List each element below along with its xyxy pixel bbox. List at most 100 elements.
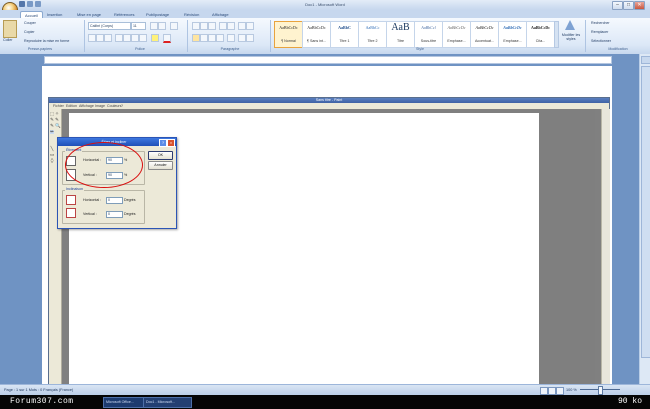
change-case-button[interactable] — [139, 34, 147, 42]
paint-menu-item[interactable]: Couleurs — [107, 104, 121, 108]
ellipse-tool-icon[interactable]: ⬯ — [50, 158, 54, 163]
fill-tool-icon[interactable]: ✎ — [55, 117, 59, 122]
shading-button[interactable] — [238, 34, 246, 42]
tab-publipostage[interactable]: Publipostage — [146, 11, 169, 18]
horizontal-ruler[interactable] — [44, 56, 612, 64]
zoom-slider-thumb[interactable] — [598, 386, 603, 395]
zoom-level[interactable]: 100 % — [566, 388, 577, 392]
tab-affichage[interactable]: Affichage — [212, 11, 229, 18]
vertical-scrollbar[interactable] — [639, 54, 650, 384]
replace-button[interactable]: Remplacer — [591, 30, 608, 34]
bold-button[interactable] — [88, 34, 96, 42]
find-button[interactable]: Rechercher — [591, 21, 610, 25]
strikethrough-button[interactable] — [115, 34, 123, 42]
zoom-tool-icon[interactable]: 🔍 — [55, 123, 61, 128]
style-name: ¶ Normal — [281, 39, 296, 43]
decrease-indent-button[interactable] — [219, 22, 227, 30]
paint-menu-item[interactable]: Image — [95, 104, 105, 108]
subscript-button[interactable] — [123, 34, 131, 42]
tab-revision[interactable]: Révision — [184, 11, 199, 18]
paste-icon[interactable] — [3, 20, 17, 38]
skew-vertical-input[interactable]: 0 — [106, 211, 123, 218]
rectangle-tool-icon[interactable]: ▭ — [50, 152, 54, 157]
tab-insertion[interactable]: Insertion — [47, 11, 62, 18]
paint-menu-item[interactable]: ? — [121, 104, 123, 108]
font-color-button[interactable] — [163, 34, 171, 43]
pencil-tool-icon[interactable]: ✏ — [50, 129, 54, 134]
italic-button[interactable] — [96, 34, 104, 42]
bullets-button[interactable] — [192, 22, 200, 30]
sort-button[interactable] — [238, 22, 246, 30]
maximize-button[interactable]: □ — [623, 1, 634, 10]
paint-scrollbar[interactable] — [601, 109, 610, 384]
paint-menu-item[interactable]: Fichier — [53, 104, 64, 108]
ok-button[interactable]: OK — [148, 151, 173, 160]
scroll-thumb[interactable] — [641, 66, 650, 358]
web-layout-icon[interactable] — [556, 387, 564, 395]
grow-font-button[interactable] — [150, 22, 158, 30]
style-quote[interactable]: AaBbCcDc Cita... — [526, 21, 555, 48]
group-separator — [585, 20, 586, 52]
taskbar-item[interactable]: Microsoft Office... — [103, 397, 144, 408]
font-size-combo[interactable]: 11 — [131, 22, 146, 30]
help-icon[interactable]: ? — [159, 139, 167, 147]
style-heading-1[interactable]: AaBbC Titre 1 — [330, 21, 359, 48]
change-styles-button[interactable]: Modifier les styles — [557, 20, 583, 46]
borders-button[interactable] — [246, 34, 254, 42]
style-no-spacing[interactable]: AaBbCcDc ¶ Sans int... — [302, 21, 331, 48]
style-name: Accentuat... — [475, 39, 494, 43]
tab-references[interactable]: Références — [114, 11, 134, 18]
style-normal[interactable]: AaBbCcDc ¶ Normal — [274, 21, 303, 48]
align-center-button[interactable] — [200, 34, 208, 42]
copy-button[interactable]: Copier — [24, 30, 35, 34]
highlight-button[interactable] — [151, 34, 159, 42]
select-tool-icon[interactable]: ⬚ — [50, 111, 54, 116]
style-name: Titre — [396, 39, 405, 43]
clear-format-button[interactable] — [170, 22, 178, 30]
style-emphasis[interactable]: AaBbCcDc Accentuat... — [470, 21, 499, 48]
eraser-tool-icon[interactable]: ✎ — [50, 117, 54, 122]
line-tool-icon[interactable]: ╲ — [50, 146, 54, 151]
style-subtle-emphasis[interactable]: AaBbCcDc Emphase... — [442, 21, 471, 48]
font-group-label: Police — [135, 47, 145, 51]
status-left[interactable]: Page : 1 sur 1 Mots : 0 Français (France… — [4, 388, 73, 392]
picker-tool-icon[interactable]: ✎ — [50, 123, 54, 128]
format-painter-button[interactable]: Reproduire la mise en forme — [24, 39, 69, 43]
justify-button[interactable] — [216, 34, 224, 42]
cancel-button[interactable]: Annuler — [148, 161, 173, 170]
close-icon[interactable]: × — [167, 139, 175, 147]
superscript-button[interactable] — [131, 34, 139, 42]
multilevel-list-button[interactable] — [208, 22, 216, 30]
save-icon[interactable] — [19, 1, 25, 7]
free-select-tool-icon[interactable]: ✧ — [55, 111, 59, 116]
minimize-button[interactable]: – — [612, 1, 623, 10]
style-title[interactable]: AaB Titre — [386, 21, 415, 48]
print-layout-icon[interactable] — [540, 387, 548, 395]
line-spacing-button[interactable] — [227, 34, 235, 42]
undo-icon[interactable] — [27, 1, 33, 7]
show-marks-button[interactable] — [246, 22, 254, 30]
taskbar-item[interactable]: Doc1 - Microsoft... — [143, 397, 192, 408]
paint-menu-item[interactable]: Edition — [66, 104, 77, 108]
increase-indent-button[interactable] — [227, 22, 235, 30]
select-button[interactable]: Sélectionner — [591, 39, 611, 43]
redo-icon[interactable] — [35, 1, 41, 7]
style-sample: AaBbCc — [365, 25, 380, 30]
underline-button[interactable] — [104, 34, 112, 42]
style-heading-2[interactable]: AaBbCc Titre 2 — [358, 21, 387, 48]
style-intense-emphasis[interactable]: AaBbCcDc Emphase... — [498, 21, 527, 48]
shrink-font-button[interactable] — [158, 22, 166, 30]
paint-menu-item[interactable]: Affichage — [79, 104, 94, 108]
align-left-button[interactable] — [192, 34, 200, 42]
close-button[interactable]: ✕ — [634, 1, 645, 10]
skew-horizontal-input[interactable]: 0 — [106, 197, 123, 204]
align-right-button[interactable] — [208, 34, 216, 42]
reading-layout-icon[interactable] — [548, 387, 556, 395]
numbering-button[interactable] — [200, 22, 208, 30]
paste-button[interactable]: Coller — [3, 38, 12, 42]
style-subtitle[interactable]: AaBbCcl Sous-titre — [414, 21, 443, 48]
scroll-up-icon[interactable] — [641, 56, 650, 64]
tab-mise-en-page[interactable]: Mise en page — [77, 11, 101, 18]
font-family-combo[interactable]: Calibri (Corps) — [88, 22, 131, 30]
cut-button[interactable]: Couper — [24, 21, 36, 25]
